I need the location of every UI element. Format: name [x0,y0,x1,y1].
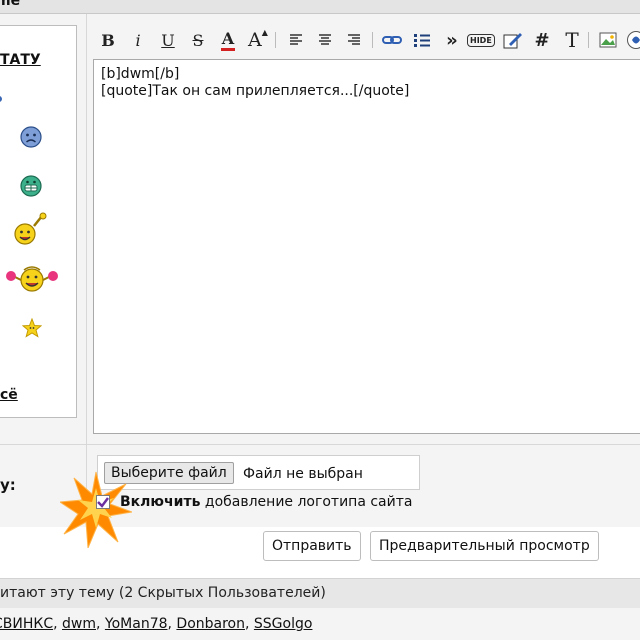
video-icon[interactable] [625,28,640,52]
cheering-smiley-icon[interactable] [4,262,60,296]
strikethrough-icon[interactable]: S [187,28,209,52]
underline-icon[interactable]: U [157,28,179,52]
message-text[interactable]: [b]dwm[/b] [quote]Так он сам прилепляетс… [101,66,409,100]
font-size-icon[interactable]: A ▲ [247,28,269,52]
user-separator: , [53,616,63,632]
logo-option-bold: Включить [120,494,201,510]
user-separator: , [245,616,254,632]
font-size-letter: A [248,29,262,51]
list-icon[interactable] [411,28,433,52]
toolbar-separator [588,32,589,48]
smilies-title: ТАТУ [0,52,41,68]
readers-summary: итают эту тему (2 Скрытых Пользователей) [0,585,326,601]
hide-icon[interactable]: HIDE [467,28,495,52]
user-link[interactable]: dwm [62,616,96,632]
attachments-label: у: [0,476,16,494]
show-all-smilies-link[interactable]: сё [0,387,18,403]
checkmark-icon [97,497,109,508]
quote-icon[interactable]: » [441,28,463,52]
message-editor[interactable]: [b]dwm[/b] [quote]Так он сам прилепляетс… [93,59,640,434]
file-status-text: Файл не выбран [243,466,363,482]
code-icon[interactable]: # [531,28,553,52]
star-smiley-icon[interactable] [22,318,42,338]
align-left-icon[interactable] [285,28,307,52]
bold-icon[interactable]: B [97,28,119,52]
grin-smiley-icon[interactable] [20,175,42,197]
toolbar-separator [275,32,276,48]
logo-option-text: добавление логотипа сайта [204,494,413,510]
user-link[interactable]: СВИНКС [0,616,53,632]
readers-list: СВИНКС, dwm, YoMan78, Donbaron, SSGolgo [0,608,640,640]
submit-button[interactable]: Отправить [263,531,361,561]
font-color-bar [221,47,235,51]
waving-smiley-icon[interactable] [12,212,48,248]
sad-smiley-icon[interactable] [20,126,42,148]
font-color-icon[interactable]: A [217,28,239,52]
font-size-arrows: ▲ [261,28,268,37]
image-icon[interactable] [597,28,619,52]
font-color-letter: A [221,28,235,48]
row-divider [0,444,640,445]
user-link[interactable]: SSGolgo [254,616,313,632]
column-divider [86,14,87,527]
readers-users: СВИНКС, dwm, YoMan78, Donbaron, SSGolgo [0,616,312,632]
italic-icon[interactable]: i [127,28,149,52]
preview-button[interactable]: Предварительный просмотр [370,531,599,561]
user-link[interactable]: Donbaron [176,616,245,632]
edit-icon[interactable] [501,28,523,52]
toolbar-separator [372,32,373,48]
user-separator: , [96,616,105,632]
header-title: me [0,0,21,9]
header-bar: me [0,0,640,14]
align-center-icon[interactable] [314,28,336,52]
link-icon[interactable] [381,28,403,52]
hide-icon-label: HIDE [467,33,495,47]
logo-checkbox[interactable] [96,495,110,509]
align-right-icon[interactable] [343,28,365,52]
logo-option-label[interactable]: Включить добавление логотипа сайта [120,494,412,510]
user-link[interactable]: YoMan78 [105,616,168,632]
readers-bar: итают эту тему (2 Скрытых Пользователей) [0,578,640,608]
editor-toolbar: B i U S A A ▲ » HIDE # T [95,24,640,57]
text-icon[interactable]: T [561,28,583,52]
